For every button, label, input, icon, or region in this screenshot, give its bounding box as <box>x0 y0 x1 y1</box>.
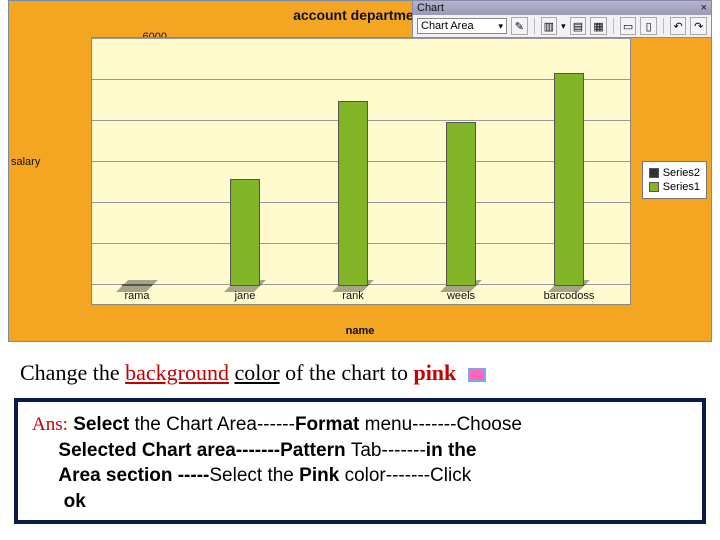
legend-label: Series1 <box>663 181 700 193</box>
chart-object-dropdown[interactable]: Chart Area ▾ <box>417 18 507 34</box>
answer-text: Format <box>295 414 359 435</box>
question-pink-word: pink <box>413 360 456 385</box>
angle-cw-icon: ↷ <box>694 20 703 33</box>
by-row-icon: ▭ <box>623 20 633 33</box>
y-axis-label: salary <box>11 156 40 168</box>
format-selection-button[interactable]: ✎ <box>511 17 528 35</box>
toolbar-title-text: Chart <box>417 2 444 14</box>
chart-toolbar[interactable]: Chart × Chart Area ▾ ✎ ▥ ▾ ▤ ▦ ▭ ▯ ↶ <box>412 0 712 38</box>
separator-icon <box>663 18 664 34</box>
legend[interactable]: Series2 Series1 <box>642 161 707 199</box>
question-color-word: color <box>234 360 279 385</box>
toolbar-body: Chart Area ▾ ✎ ▥ ▾ ▤ ▦ ▭ ▯ ↶ ↷ <box>413 15 711 37</box>
question-suffix: of the chart to <box>280 360 414 385</box>
answer-text: color-------Click <box>339 465 471 486</box>
angle-ccw-button[interactable]: ↶ <box>670 17 687 35</box>
x-tick: rama <box>92 290 182 302</box>
answer-label: Ans: <box>32 414 68 435</box>
by-row-button[interactable]: ▭ <box>620 17 637 35</box>
bar-series1[interactable] <box>446 122 476 286</box>
legend-item[interactable]: Series2 <box>649 166 700 180</box>
plot-area[interactable]: rama jane rank weels barcodoss <box>91 37 631 305</box>
by-column-button[interactable]: ▯ <box>640 17 657 35</box>
answer-text: Area section ----- <box>58 465 209 486</box>
question-background-word: background <box>125 360 229 385</box>
toolbar-titlebar[interactable]: Chart × <box>413 1 711 15</box>
by-column-icon: ▯ <box>646 20 652 33</box>
paintbrush-icon: ✎ <box>515 20 524 33</box>
legend-icon: ▤ <box>573 20 583 33</box>
chart-type-button[interactable]: ▥ <box>541 17 558 35</box>
answer-text: the <box>262 465 299 486</box>
grid-line <box>92 79 630 80</box>
legend-toggle-button[interactable]: ▤ <box>570 17 587 35</box>
bar-series1[interactable] <box>122 284 152 286</box>
legend-swatch-icon <box>649 168 659 178</box>
answer-text: in the <box>426 440 477 461</box>
legend-item[interactable]: Series1 <box>649 180 700 194</box>
answer-text: Pink <box>299 465 339 486</box>
answer-box: Ans: Select the Chart Area------Format m… <box>14 398 706 524</box>
legend-swatch-icon <box>649 182 659 192</box>
answer-text: the Chart Area------ <box>129 414 295 435</box>
answer-text: Select <box>209 465 262 486</box>
x-tick: rank <box>308 290 398 302</box>
angle-ccw-icon: ↶ <box>674 20 683 33</box>
bar-series1[interactable] <box>338 101 368 286</box>
bar-series1[interactable] <box>230 179 260 286</box>
x-tick: jane <box>200 290 290 302</box>
bar-chart-icon: ▥ <box>544 20 554 33</box>
answer-text: ok <box>58 491 85 512</box>
x-axis-label: name <box>9 325 711 337</box>
data-table-icon: ▦ <box>593 20 603 33</box>
chevron-down-icon: ▾ <box>498 21 503 32</box>
legend-label: Series2 <box>663 167 700 179</box>
answer-text: menu-------Choose <box>359 414 522 435</box>
question-text: Change the background color of the chart… <box>20 360 486 386</box>
answer-text: Tab------- <box>351 440 426 461</box>
question-prefix: Change the <box>20 360 125 385</box>
separator-icon <box>613 18 614 34</box>
separator-icon <box>534 18 535 34</box>
chart-area[interactable]: account department salary 6000 5000 4000… <box>8 0 712 342</box>
dropdown-value: Chart Area <box>421 20 474 32</box>
data-table-button[interactable]: ▦ <box>590 17 607 35</box>
pink-swatch-icon <box>468 368 486 382</box>
answer-text: Select <box>73 414 129 435</box>
bar-series1[interactable] <box>554 73 584 286</box>
chevron-down-icon[interactable]: ▾ <box>561 21 566 32</box>
answer-text: Selected Chart area-------Pattern <box>58 440 350 461</box>
x-tick: weels <box>416 290 506 302</box>
x-tick: barcodoss <box>524 290 614 302</box>
grid-line <box>92 38 630 39</box>
close-icon[interactable]: × <box>701 2 707 14</box>
angle-cw-button[interactable]: ↷ <box>690 17 707 35</box>
